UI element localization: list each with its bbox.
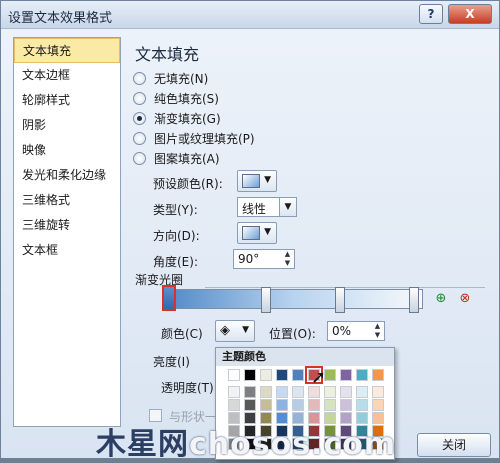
radio-gradient-fill[interactable]: 渐变填充(G) (133, 109, 221, 127)
color-swatch[interactable] (356, 369, 368, 381)
color-swatch[interactable] (340, 399, 352, 411)
category-list: 文本填充 文本边框 轮廓样式 阴影 映像 发光和柔化边缘 三维格式 三维旋转 文… (13, 37, 121, 427)
color-swatch[interactable] (324, 399, 336, 411)
chevron-down-icon: ▼ (264, 227, 271, 237)
dialog-title: 设置文本效果格式 (8, 11, 113, 26)
angle-value: 90° (238, 252, 260, 266)
gradient-stop[interactable] (261, 287, 271, 313)
color-swatch[interactable] (244, 386, 256, 398)
type-label: 类型(Y): (153, 203, 198, 217)
nav-item-glow-soft-edges[interactable]: 发光和柔化边缘 (14, 163, 120, 188)
color-swatch[interactable] (292, 399, 304, 411)
radio-solid-fill[interactable]: 纯色填充(S) (133, 89, 219, 107)
color-swatch[interactable] (292, 386, 304, 398)
chevron-down-icon: ▼ (264, 175, 271, 185)
gradient-stops-bar[interactable] (163, 289, 423, 309)
spinner-arrows-icon[interactable]: ▲ ▼ (371, 322, 384, 340)
chevron-down-icon: ▼ (242, 325, 249, 335)
section-divider (205, 287, 485, 288)
watermark: 木星网chosos.com (96, 419, 396, 463)
color-swatch[interactable] (372, 386, 384, 398)
color-swatch[interactable] (244, 369, 256, 381)
brightness-label: 亮度(I) (153, 355, 190, 369)
title-bar: 设置文本效果格式 ? X (1, 1, 499, 29)
gradient-swatch (242, 174, 260, 188)
type-value: 线性 (242, 202, 267, 216)
color-swatch[interactable] (228, 369, 240, 381)
radio-indicator[interactable] (133, 131, 146, 145)
color-swatch[interactable] (356, 386, 368, 398)
preset-colors-label: 预设颜色(R): (153, 177, 223, 191)
gradient-swatch (242, 226, 260, 240)
color-swatch[interactable] (260, 399, 272, 411)
color-swatch[interactable] (372, 369, 384, 381)
radio-picture-fill[interactable]: 图片或纹理填充(P) (133, 129, 255, 147)
format-text-effects-dialog: 设置文本效果格式 ? X 文本填充 文本边框 轮廓样式 阴影 映像 发光和柔化边… (0, 0, 500, 462)
radio-label: 图片或纹理填充(P) (154, 131, 255, 146)
nav-item-3d-rotation[interactable]: 三维旋转 (14, 213, 120, 238)
radio-indicator[interactable] (133, 71, 146, 85)
color-swatch[interactable] (260, 386, 272, 398)
nav-item-text-box[interactable]: 文本框 (14, 238, 120, 263)
gradient-stop[interactable] (409, 287, 419, 313)
radio-pattern-fill[interactable]: 图案填充(A) (133, 149, 220, 167)
watermark-cn: 木星网 (96, 427, 189, 462)
color-label: 颜色(C) (161, 327, 203, 341)
panel-heading: 文本填充 (135, 45, 200, 64)
color-swatch[interactable] (228, 386, 240, 398)
color-swatch[interactable] (308, 399, 320, 411)
color-swatch[interactable] (356, 399, 368, 411)
color-swatch[interactable] (276, 399, 288, 411)
radio-label: 图案填充(A) (154, 151, 220, 166)
gradient-stop[interactable] (335, 287, 345, 313)
angle-spinner[interactable]: 90° ▲ ▼ (233, 249, 295, 269)
radio-label: 渐变填充(G) (154, 111, 221, 126)
color-swatch[interactable] (292, 369, 304, 381)
gradient-stop-selected[interactable] (162, 285, 176, 311)
nav-item-3d-format[interactable]: 三维格式 (14, 188, 120, 213)
close-button[interactable]: X (448, 4, 492, 24)
color-swatch[interactable] (260, 369, 272, 381)
transparency-label: 透明度(T) (161, 381, 214, 395)
theme-colors-title: 主题颜色 (216, 348, 394, 366)
mouse-pointer-icon: ➚ (311, 367, 327, 388)
watermark-domain: chosos.com (189, 427, 397, 462)
spinner-arrows-icon[interactable]: ▲ ▼ (281, 250, 294, 268)
radio-indicator[interactable] (133, 91, 146, 105)
help-button[interactable]: ? (419, 4, 443, 24)
preset-colors-dropdown[interactable]: ▼ (237, 170, 277, 192)
color-swatch[interactable] (244, 399, 256, 411)
color-swatch[interactable] (372, 399, 384, 411)
radio-indicator-selected[interactable] (133, 111, 146, 125)
color-swatch[interactable] (276, 369, 288, 381)
color-swatch[interactable] (340, 369, 352, 381)
paint-bucket-icon: ◈ (220, 323, 230, 338)
nav-item-text-border[interactable]: 文本边框 (14, 63, 120, 88)
close-dialog-button[interactable]: 关闭 (417, 433, 491, 457)
direction-dropdown[interactable]: ▼ (237, 222, 277, 244)
position-label: 位置(O): (269, 327, 316, 341)
color-picker-button[interactable]: ◈ ▼ (215, 320, 255, 342)
chevron-down-icon[interactable]: ▼ (279, 198, 296, 216)
color-swatch[interactable] (340, 386, 352, 398)
nav-item-text-fill[interactable]: 文本填充 (14, 38, 120, 63)
radio-indicator[interactable] (133, 151, 146, 165)
position-spinner[interactable]: 0% ▲ ▼ (327, 321, 385, 341)
remove-stop-icon[interactable]: ⊗ (455, 289, 475, 309)
color-swatch[interactable] (228, 399, 240, 411)
add-stop-icon[interactable]: ⊕ (431, 289, 451, 309)
radio-label: 无填充(N) (154, 71, 209, 86)
direction-label: 方向(D): (153, 229, 200, 243)
nav-item-shadow[interactable]: 阴影 (14, 113, 120, 138)
type-select[interactable]: 线性 ▼ (237, 197, 297, 217)
angle-label: 角度(E): (153, 255, 198, 269)
nav-item-reflection[interactable]: 映像 (14, 138, 120, 163)
color-swatch[interactable] (276, 386, 288, 398)
radio-no-fill[interactable]: 无填充(N) (133, 69, 208, 87)
nav-item-outline-style[interactable]: 轮廓样式 (14, 88, 120, 113)
radio-label: 纯色填充(S) (154, 91, 219, 106)
position-value: 0% (332, 324, 352, 338)
